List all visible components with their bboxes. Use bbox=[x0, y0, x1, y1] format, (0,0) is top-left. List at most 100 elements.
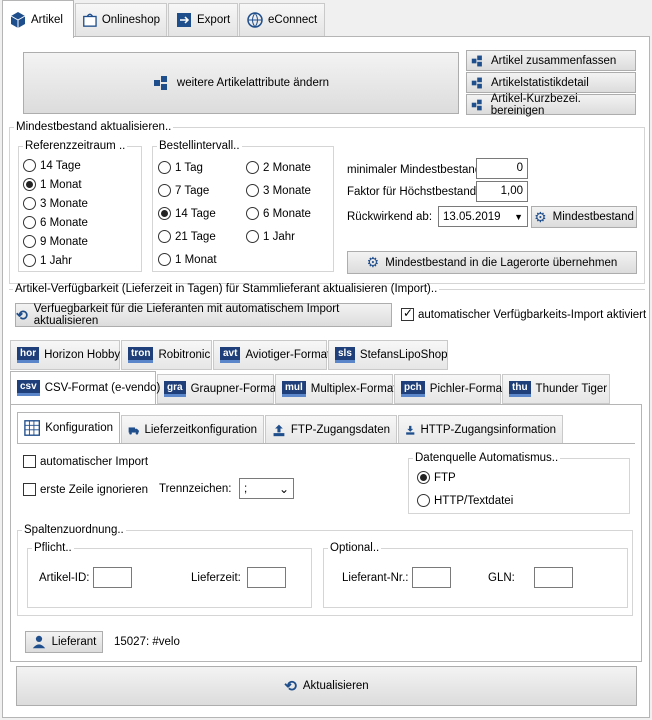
radio-ftp[interactable]: FTP bbox=[417, 471, 456, 484]
mindestbestand-button[interactable]: ⚙ Mindestbestand bbox=[531, 206, 637, 228]
format-tab-graupner[interactable]: gra Graupner-Format bbox=[157, 374, 279, 404]
weitere-artikelattribute-button[interactable]: weitere Artikelattribute ändern bbox=[23, 52, 459, 114]
radio-label: 1 Tag bbox=[175, 161, 203, 174]
cubes-icon bbox=[153, 76, 167, 90]
aktualisieren-button[interactable]: ⟲ Aktualisieren bbox=[16, 666, 637, 706]
format-code-icon: sls bbox=[335, 347, 355, 363]
artikel-zusammenfassen-button[interactable]: Artikel zusammenfassen bbox=[466, 50, 636, 71]
format-code-icon: csv bbox=[17, 380, 40, 396]
radio-best-1-tag[interactable]: 1 Tag bbox=[158, 161, 203, 174]
format-tab-pichler[interactable]: pch Pichler-Format bbox=[394, 374, 505, 404]
checkbox-label: erste Zeile ignorieren bbox=[40, 483, 149, 496]
rueckwirkend-date-picker[interactable]: 13.05.2019 ▼ bbox=[438, 206, 528, 227]
format-tab-multiplex[interactable]: mul Multiplex-Format bbox=[275, 374, 396, 404]
group-legend: Datenquelle Automatismus.. bbox=[415, 452, 559, 464]
lieferant-button[interactable]: Lieferant bbox=[25, 631, 103, 653]
radio-best-7-tage[interactable]: 7 Tage bbox=[158, 184, 209, 197]
checkbox-label: automatischer Verfügbarkeits-Import akti… bbox=[418, 308, 647, 321]
truck-icon bbox=[128, 427, 139, 435]
radio-label: 1 Monat bbox=[40, 178, 82, 191]
tab-label: HTTP-Zugangsinformation bbox=[420, 424, 557, 436]
format-code-icon: hor bbox=[17, 347, 40, 363]
radio-best-6-monate[interactable]: 6 Monate bbox=[246, 207, 311, 220]
radio-label: 9 Monate bbox=[40, 235, 88, 248]
artikel-kurzbezei-bereinigen-button[interactable]: Artikel-Kurzbezei. bereinigen bbox=[466, 93, 636, 117]
tab-label: CSV-Format (e-vendo) bbox=[44, 382, 161, 394]
group-legend: Spaltenzuordnung.. bbox=[24, 524, 124, 536]
lagerorte-uebernehmen-button[interactable]: ⚙ Mindestbestand in die Lagerorte überne… bbox=[347, 251, 637, 274]
refresh-icon: ⟲ bbox=[284, 678, 297, 695]
lieferant-nr-label: Lieferant-Nr.: bbox=[342, 572, 409, 584]
chevron-down-icon: ▼ bbox=[514, 211, 523, 222]
format-code-icon: gra bbox=[164, 381, 186, 397]
radio-best-14-tage[interactable]: 14 Tage bbox=[158, 207, 216, 220]
tab-export[interactable]: Export bbox=[168, 3, 238, 36]
radio-ref-1-monat[interactable]: 1 Monat bbox=[23, 178, 82, 191]
radio-best-3-monate[interactable]: 3 Monate bbox=[246, 184, 311, 197]
button-label: Artikel zusammenfassen bbox=[491, 54, 617, 67]
radio-best-21-tage[interactable]: 21 Tage bbox=[158, 230, 216, 243]
artikel-id-input[interactable] bbox=[93, 567, 132, 588]
gln-input[interactable] bbox=[534, 567, 573, 588]
download-icon bbox=[406, 425, 415, 435]
lieferzeit-input[interactable] bbox=[247, 567, 286, 588]
format-code-icon: pch bbox=[401, 381, 425, 397]
first-row-ignore-checkbox[interactable]: erste Zeile ignorieren bbox=[23, 483, 148, 496]
box-icon bbox=[10, 11, 26, 28]
tab-artikel[interactable]: Artikel bbox=[2, 0, 74, 38]
gear-icon: ⚙ bbox=[534, 208, 547, 225]
tab-econnect[interactable]: eConnect bbox=[239, 3, 325, 36]
lieferant-nr-input[interactable] bbox=[412, 567, 451, 588]
tab-label: Lieferzeitkonfiguration bbox=[144, 424, 257, 436]
artikel-id-label: Artikel-ID: bbox=[39, 572, 90, 584]
tab-label: Graupner-Format bbox=[190, 383, 280, 395]
artikelstatistikdetail-button[interactable]: Artikelstatistikdetail bbox=[466, 72, 636, 93]
config-tab-ftp[interactable]: FTP-Zugangsdaten bbox=[265, 415, 397, 445]
verfuegbarkeit-aktualisieren-button[interactable]: ⟲ Verfuegbarkeit für die Lieferanten mit… bbox=[15, 303, 392, 327]
select-value: ; bbox=[244, 482, 248, 495]
tab-label: Thunder Tiger bbox=[535, 383, 608, 395]
radio-ref-1-jahr[interactable]: 1 Jahr bbox=[23, 254, 72, 267]
radio-ref-3-monate[interactable]: 3 Monate bbox=[23, 197, 88, 210]
radio-best-1-jahr[interactable]: 1 Jahr bbox=[246, 230, 295, 243]
format-tab-aviotiger[interactable]: avt Aviotiger-Format bbox=[213, 340, 330, 370]
auto-import-checkbox[interactable]: automatischer Import bbox=[23, 455, 148, 468]
tab-label: Artikel bbox=[31, 13, 63, 26]
format-tab-robitronic[interactable]: tron Robitronic bbox=[121, 340, 212, 370]
radio-best-1-monat[interactable]: 1 Monat bbox=[158, 253, 217, 266]
faktor-input[interactable]: 1,00 bbox=[476, 181, 528, 202]
auto-verfuegbarkeit-checkbox[interactable]: automatischer Verfügbarkeits-Import akti… bbox=[401, 306, 647, 321]
config-tab-lieferzeit[interactable]: Lieferzeitkonfiguration bbox=[121, 415, 264, 445]
upload-icon bbox=[273, 424, 285, 437]
tab-label: Robitronic bbox=[158, 349, 211, 361]
radio-http[interactable]: HTTP/Textdatei bbox=[417, 494, 513, 507]
radio-best-2-monate[interactable]: 2 Monate bbox=[246, 161, 311, 174]
trennzeichen-select[interactable]: ; ⌄ bbox=[239, 478, 294, 499]
group-legend: Artikel-Verfügbarkeit (Lieferzeit in Tag… bbox=[15, 283, 438, 295]
format-code-icon: tron bbox=[128, 347, 154, 363]
user-icon bbox=[32, 635, 45, 649]
format-tab-horizon[interactable]: hor Horizon Hobby bbox=[10, 340, 120, 370]
tab-label: eConnect bbox=[268, 14, 318, 26]
radio-ref-6-monate[interactable]: 6 Monate bbox=[23, 216, 88, 229]
min-mindestbestand-input[interactable]: 0 bbox=[476, 158, 528, 179]
tab-label: Onlineshop bbox=[101, 14, 160, 26]
format-tab-thunder[interactable]: thu Thunder Tiger bbox=[502, 374, 610, 404]
faktor-label: Faktor für Höchstbestand: bbox=[347, 186, 480, 198]
radio-ref-14-tage[interactable]: 14 Tage bbox=[23, 159, 81, 172]
radio-label: 1 Jahr bbox=[263, 230, 295, 243]
format-tab-stefanslipo[interactable]: sls StefansLipoShop bbox=[328, 340, 448, 370]
radio-label: 2 Monate bbox=[263, 161, 311, 174]
format-tab-csv[interactable]: csv CSV-Format (e-vendo) bbox=[10, 371, 160, 405]
radio-label: 21 Tage bbox=[175, 230, 216, 243]
table-icon bbox=[24, 420, 40, 436]
rueckwirkend-label: Rückwirkend ab: bbox=[347, 211, 433, 223]
tab-onlineshop[interactable]: Onlineshop bbox=[75, 3, 167, 36]
radio-label: 6 Monate bbox=[40, 216, 88, 229]
tab-label: FTP-Zugangsdaten bbox=[290, 424, 390, 436]
config-tab-http[interactable]: HTTP-Zugangsinformation bbox=[398, 415, 563, 445]
button-label: Mindestbestand in die Lagerorte übernehm… bbox=[385, 256, 618, 269]
config-tab-konfiguration[interactable]: Konfiguration bbox=[17, 412, 120, 444]
shopping-bag-icon bbox=[83, 13, 97, 27]
radio-ref-9-monate[interactable]: 9 Monate bbox=[23, 235, 88, 248]
